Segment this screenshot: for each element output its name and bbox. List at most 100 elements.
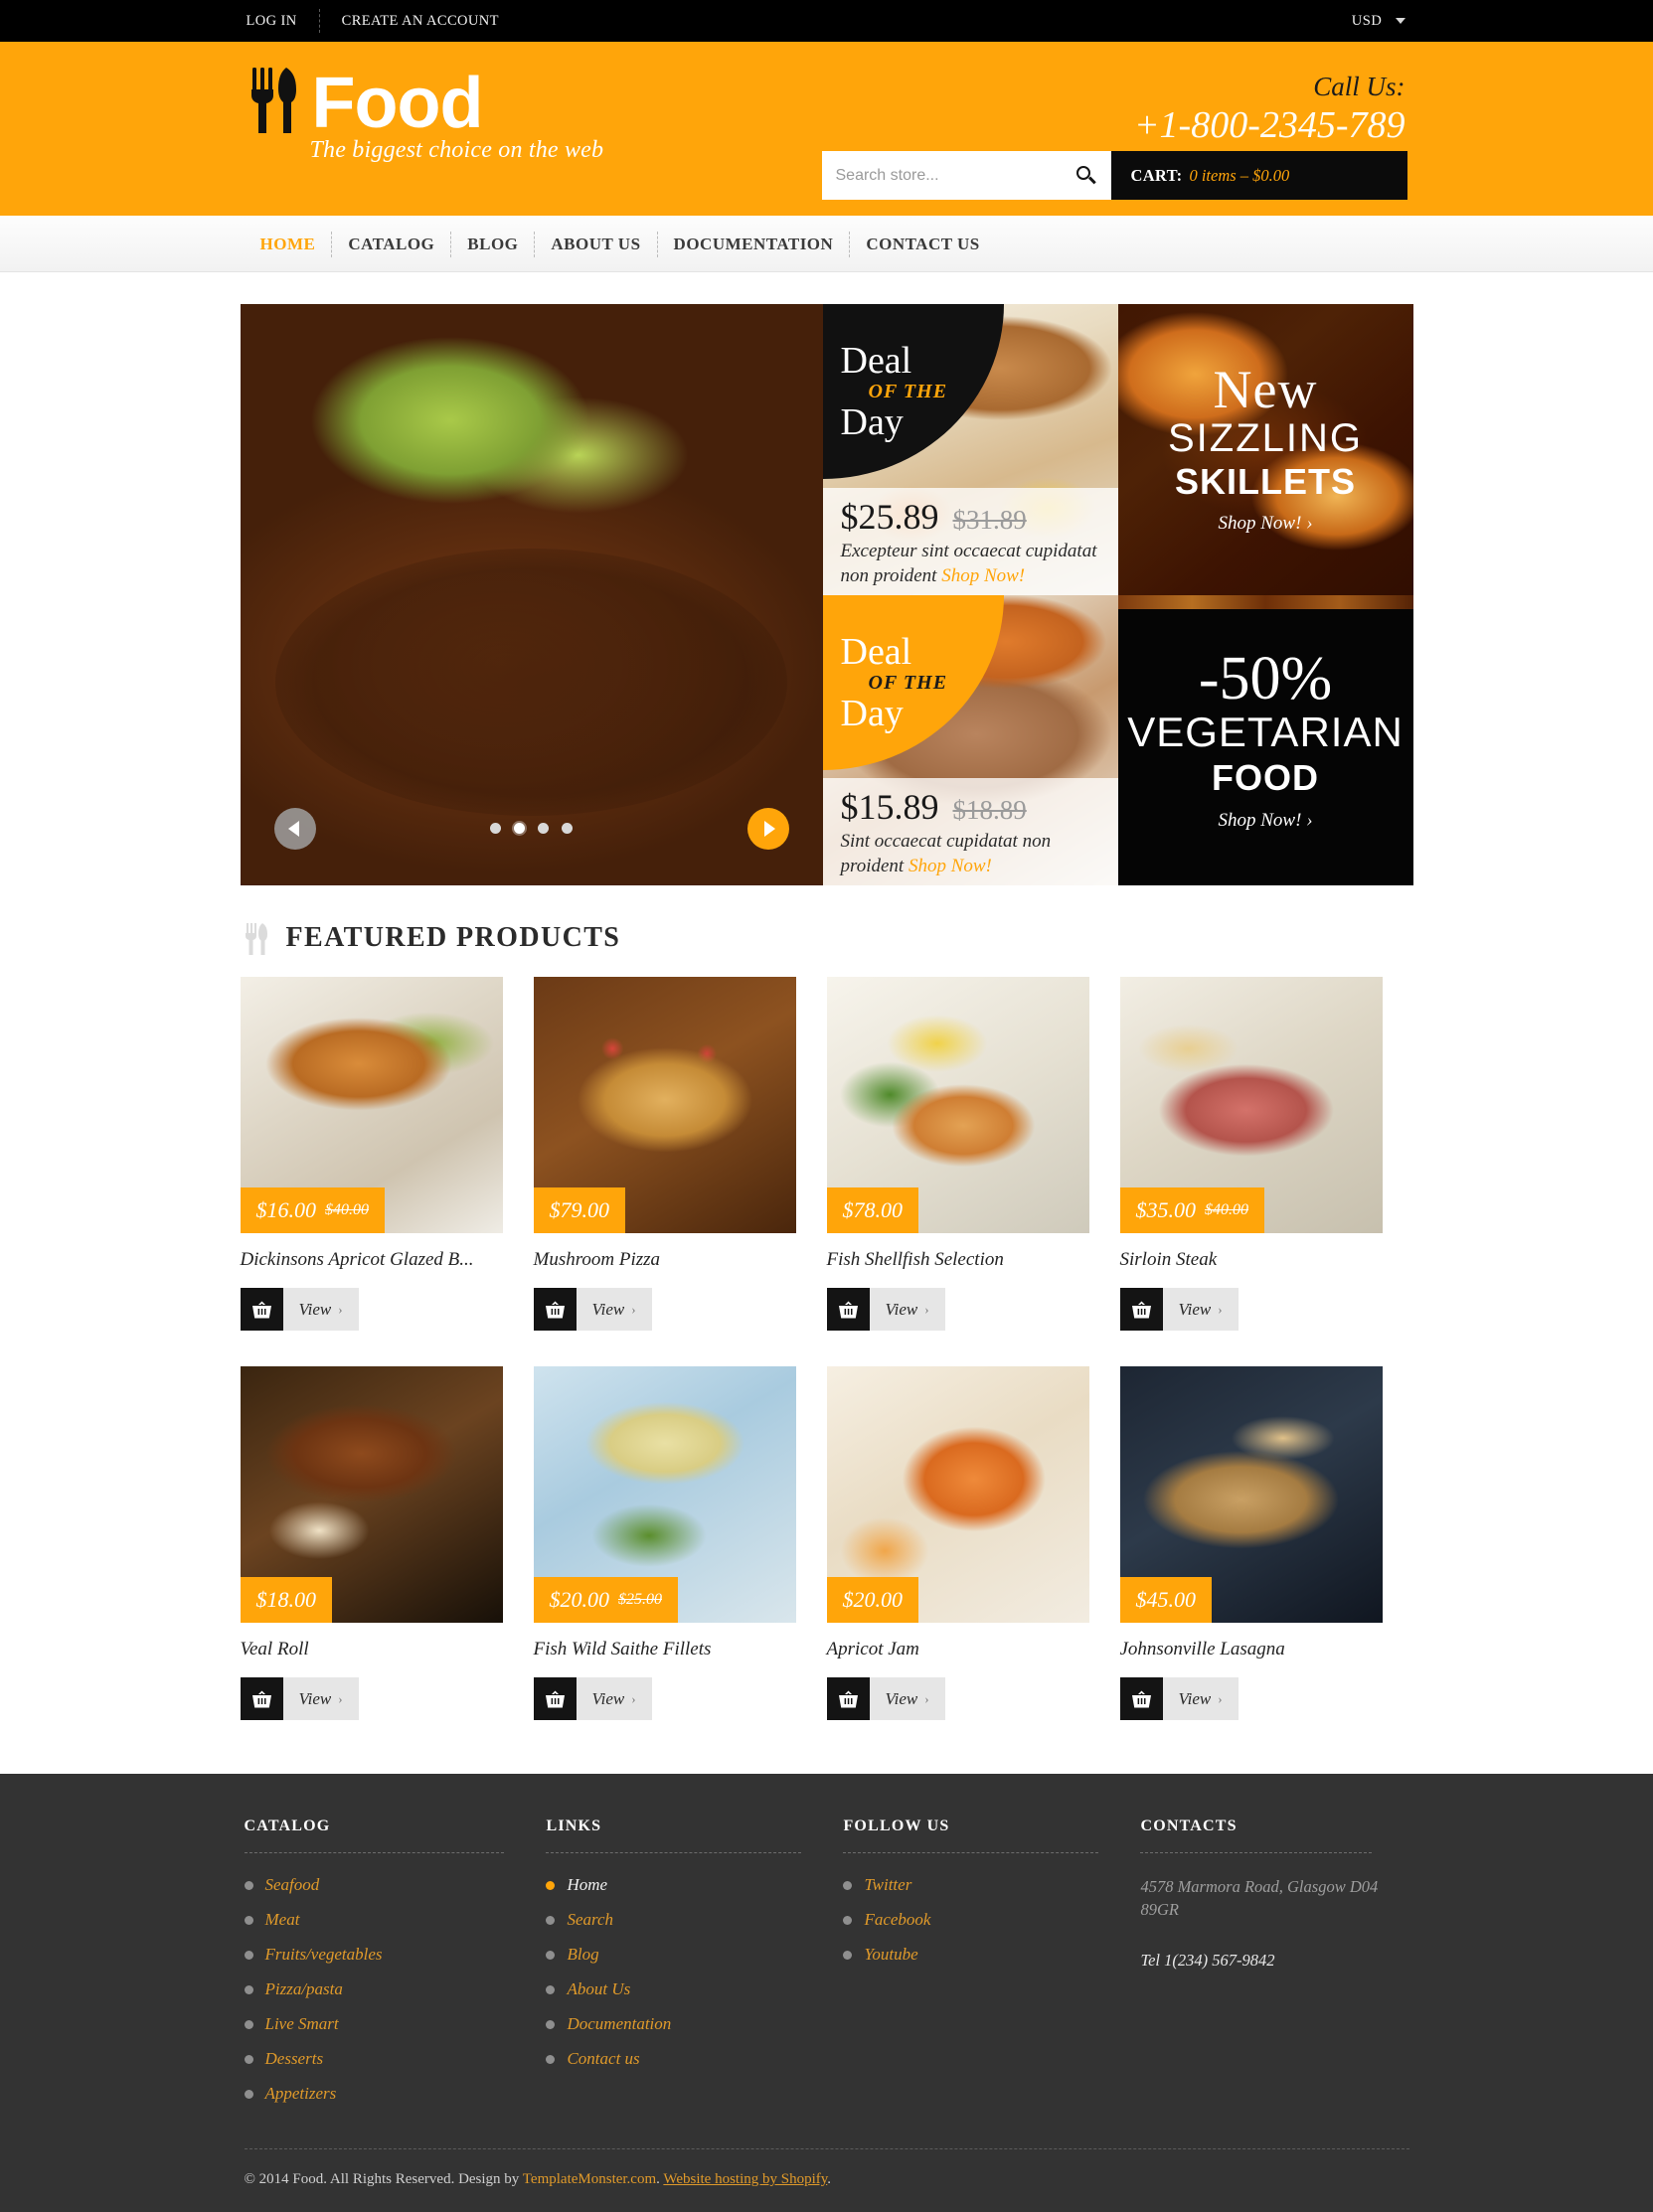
add-to-cart-button[interactable]	[533, 1677, 577, 1720]
slider-dot[interactable]	[490, 823, 501, 834]
nav-item-about-us[interactable]: ABOUT US	[535, 235, 656, 254]
shopify-hosting-link[interactable]: Website hosting by Shopify	[663, 2171, 827, 2187]
add-to-cart-button[interactable]	[826, 1677, 870, 1720]
deal-shop-now-link[interactable]: Shop Now!	[941, 565, 1025, 586]
divider	[843, 1852, 1099, 1853]
hero-slider[interactable]	[240, 304, 823, 885]
view-product-button[interactable]: View ›	[869, 1288, 945, 1331]
view-product-button[interactable]: View ›	[1162, 1677, 1239, 1720]
templatemonster-link[interactable]: TemplateMonster.com	[523, 2171, 656, 2187]
slider-dot[interactable]	[538, 823, 549, 834]
skillets-shop-now-link[interactable]: Shop Now! ›	[1219, 513, 1313, 535]
product-image[interactable]: $45.00	[1119, 1366, 1383, 1623]
product-image[interactable]: $16.00 $40.00	[240, 977, 503, 1233]
currency-selector[interactable]: USD	[1352, 13, 1405, 30]
login-link[interactable]: LOG IN	[241, 11, 319, 31]
footer-link[interactable]: Youtube	[864, 1945, 917, 1965]
view-product-button[interactable]: View ›	[282, 1677, 359, 1720]
vegetarian-discount-banner[interactable]: -50% VEGETARIAN FOOD Shop Now! ›	[1117, 594, 1413, 885]
search-input[interactable]	[835, 166, 1075, 185]
product-image[interactable]: $18.00	[240, 1366, 503, 1623]
nav-item-documentation[interactable]: DOCUMENTATION	[658, 235, 850, 254]
basket-icon	[838, 1301, 859, 1319]
footer-link[interactable]: Documentation	[567, 2014, 671, 2034]
footer-link[interactable]: Live Smart	[265, 2014, 339, 2034]
nav-item-contact-us[interactable]: CONTACT US	[850, 235, 995, 254]
product-image[interactable]: $20.00	[826, 1366, 1089, 1623]
product-name[interactable]: Sirloin Steak	[1120, 1249, 1382, 1271]
social-links: Twitter Facebook Youtube	[843, 1875, 1140, 1965]
view-product-button[interactable]: View ›	[282, 1288, 359, 1331]
product-name[interactable]: Fish Shellfish Selection	[827, 1249, 1088, 1271]
footer-link[interactable]: Facebook	[864, 1910, 930, 1930]
product-name[interactable]: Johnsonville Lasagna	[1120, 1639, 1382, 1660]
cart-button[interactable]: CART: 0 items – $0.00	[1110, 151, 1407, 200]
add-to-cart-button[interactable]	[240, 1288, 283, 1331]
chevron-right-icon: ›	[338, 1690, 343, 1706]
basket-icon	[545, 1301, 566, 1319]
product-card: $78.00 Fish Shellfish Selection View ›	[826, 977, 1120, 1331]
product-image[interactable]: $35.00 $40.00	[1119, 977, 1383, 1233]
footer-link[interactable]: About Us	[567, 1979, 630, 1999]
basket-icon	[1131, 1690, 1152, 1708]
slider-dot[interactable]	[562, 823, 573, 834]
deal-badge-line2: OF THE	[868, 381, 948, 402]
footer-link[interactable]: Blog	[567, 1945, 598, 1965]
search-box	[821, 151, 1111, 200]
deal-description: Sint occaecat cupidatat non proident Sho…	[841, 829, 1102, 878]
deal-shop-now-link[interactable]: Shop Now!	[909, 856, 992, 876]
logo[interactable]: Food The biggest choice on the web	[247, 64, 604, 164]
product-name[interactable]: Dickinsons Apricot Glazed B...	[241, 1249, 502, 1271]
view-product-button[interactable]: View ›	[1162, 1288, 1239, 1331]
list-item: Youtube	[843, 1945, 1140, 1965]
list-item: Search	[546, 1910, 843, 1930]
view-product-button[interactable]: View ›	[576, 1677, 652, 1720]
vegetarian-shop-now-link[interactable]: Shop Now! ›	[1219, 810, 1313, 832]
product-image[interactable]: $79.00	[533, 977, 796, 1233]
slider-dot-active[interactable]	[514, 823, 525, 834]
deal-badge-line3: Day	[840, 692, 904, 734]
account-links: LOG IN CREATE AN ACCOUNT	[241, 9, 521, 33]
list-item: Appetizers	[244, 2084, 547, 2104]
product-name[interactable]: Mushroom Pizza	[534, 1249, 795, 1271]
nav-item-blog[interactable]: BLOG	[451, 235, 534, 254]
footer-link[interactable]: Home	[567, 1875, 607, 1895]
nav-item-catalog[interactable]: CATALOG	[332, 235, 450, 254]
footer-link[interactable]: Pizza/pasta	[265, 1979, 343, 1999]
footer-link[interactable]: Meat	[265, 1910, 300, 1930]
sizzling-skillets-banner[interactable]: New SIZZLING SKILLETS Shop Now! ›	[1117, 304, 1413, 595]
view-product-button[interactable]: View ›	[869, 1677, 945, 1720]
add-to-cart-button[interactable]	[826, 1288, 870, 1331]
footer-link[interactable]: Fruits/vegetables	[265, 1945, 383, 1965]
footer-title-catalog: CATALOG	[244, 1817, 331, 1834]
deal-of-the-day-banner-1[interactable]: Deal OF THE Day $25.89 $31.89 Excepteur …	[822, 304, 1118, 595]
product-name[interactable]: Fish Wild Saithe Fillets	[534, 1639, 795, 1660]
slide-image	[240, 304, 823, 885]
logo-tagline: The biggest choice on the web	[309, 137, 604, 163]
product-name[interactable]: Veal Roll	[241, 1639, 502, 1660]
product-image[interactable]: $78.00	[826, 977, 1089, 1233]
create-account-link[interactable]: CREATE AN ACCOUNT	[320, 11, 521, 31]
add-to-cart-button[interactable]	[533, 1288, 577, 1331]
deal-of-the-day-banner-2[interactable]: Deal OF THE Day $15.89 $18.89 Sint occae…	[822, 594, 1118, 885]
footer-link[interactable]: Appetizers	[265, 2084, 337, 2104]
add-to-cart-button[interactable]	[1119, 1288, 1163, 1331]
add-to-cart-button[interactable]	[1119, 1677, 1163, 1720]
footer-link[interactable]: Seafood	[265, 1875, 320, 1895]
nav-item-home[interactable]: HOME	[245, 235, 332, 254]
currency-label: USD	[1351, 12, 1383, 29]
view-product-button[interactable]: View ›	[576, 1288, 652, 1331]
fork-knife-icon	[245, 921, 270, 955]
footer-link[interactable]: Search	[567, 1910, 613, 1930]
search-icon[interactable]	[1075, 165, 1097, 187]
add-to-cart-button[interactable]	[240, 1677, 283, 1720]
main-navigation: HOME CATALOG BLOG ABOUT US DOCUMENTATION…	[0, 216, 1653, 272]
footer-link[interactable]: Contact us	[567, 2049, 639, 2069]
bullet-icon	[546, 1915, 556, 1925]
product-image[interactable]: $20.00 $25.00	[533, 1366, 796, 1623]
footer-link[interactable]: Desserts	[265, 2049, 324, 2069]
product-name[interactable]: Apricot Jam	[827, 1639, 1088, 1660]
bullet-icon	[244, 1984, 253, 1994]
footer-link[interactable]: Twitter	[864, 1875, 911, 1895]
featured-products-section: FEATURED PRODUCTS $16.00 $40.00 Dickinsons…	[0, 921, 1653, 1756]
